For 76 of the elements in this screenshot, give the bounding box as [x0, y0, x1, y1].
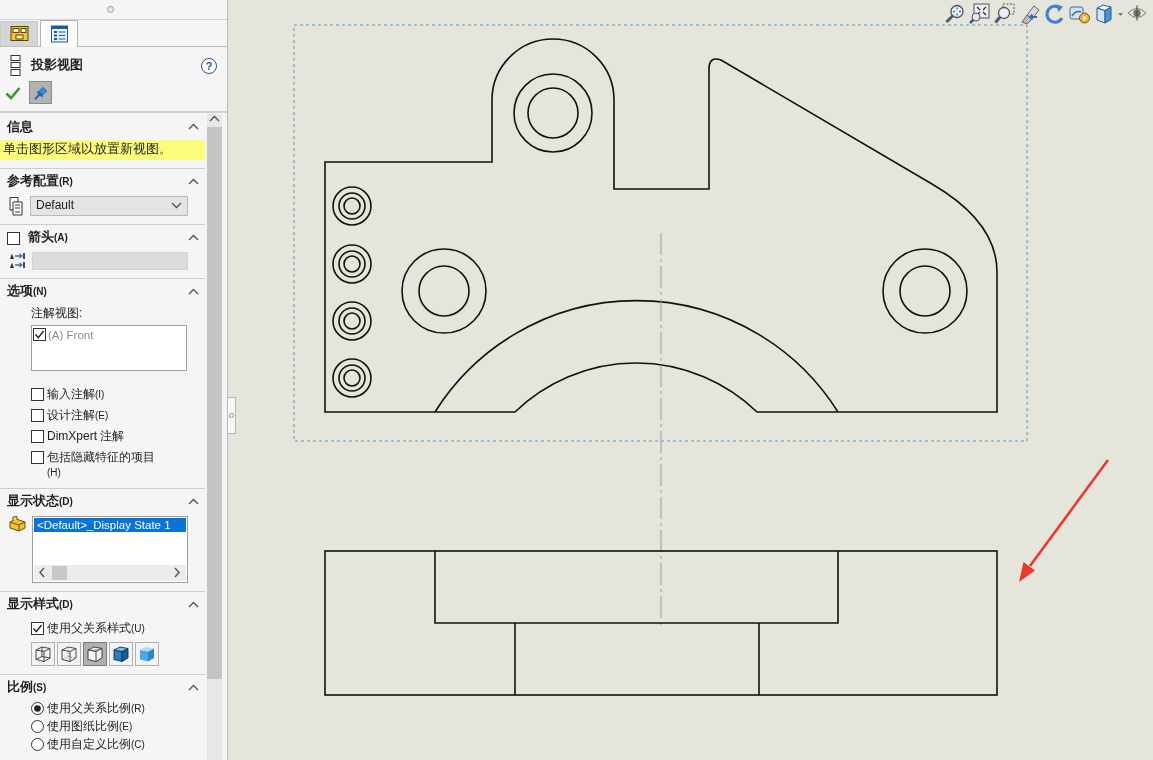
- checkbox[interactable]: [31, 387, 44, 401]
- checkbox[interactable]: [31, 621, 44, 635]
- info-message: 单击图形区域以放置新视图。: [0, 140, 205, 160]
- help-button[interactable]: ?: [201, 57, 217, 74]
- shaded-cube-edges-icon: [111, 643, 131, 664]
- checkbox[interactable]: [31, 429, 44, 443]
- small-hole[interactable]: [332, 301, 372, 341]
- configuration-select[interactable]: Default: [30, 195, 188, 216]
- zoom-icon[interactable]: [994, 3, 1016, 25]
- radio-label: 使用自定义比例(C): [47, 736, 145, 752]
- display-state-list[interactable]: <Default>_Display State 1: [32, 515, 188, 583]
- radio-label: 使用图纸比例(E): [47, 718, 133, 734]
- side-view-outline[interactable]: [324, 550, 998, 696]
- checkbox-label: 使用父关系样式(U): [47, 620, 145, 636]
- feature-tree-icon: [9, 25, 29, 43]
- part-outline[interactable]: [324, 38, 998, 413]
- pin-icon: [32, 84, 49, 101]
- field-label: 注解视图:: [30, 304, 84, 321]
- large-hole[interactable]: [401, 248, 487, 334]
- view-settings-icon[interactable]: [1069, 3, 1091, 25]
- small-hole[interactable]: [332, 358, 372, 398]
- grip-icon[interactable]: [107, 6, 114, 13]
- checkbox-label: 输入注解(I): [47, 386, 105, 402]
- checkbox[interactable]: [31, 408, 44, 422]
- wireframe-cube-icon: [33, 643, 53, 664]
- outline-cube-icon: [85, 643, 105, 664]
- radio-button[interactable]: [31, 719, 44, 733]
- zoom-fit-icon[interactable]: [944, 3, 966, 25]
- caret-icon[interactable]: [1117, 10, 1124, 18]
- checkbox-label: 设计注解(E): [47, 407, 109, 423]
- panel-title: 投影视图: [31, 57, 84, 74]
- display-style-button[interactable]: [83, 641, 107, 666]
- radio-label: 使用父关系比例(R): [47, 700, 145, 716]
- section-title: 选项(N): [7, 284, 48, 300]
- section-title: 显示状态(D): [7, 494, 74, 510]
- display-style-button[interactable]: [31, 641, 55, 666]
- list-item-text: (A) Front: [48, 327, 94, 342]
- list-item[interactable]: <Default>_Display State 1: [34, 517, 186, 532]
- panel-tab[interactable]: [0, 21, 38, 46]
- section-title: 参考配置(R): [7, 174, 74, 190]
- large-hole[interactable]: [882, 248, 968, 334]
- edge-line[interactable]: [434, 550, 839, 624]
- arrow-label-icon: [9, 251, 26, 270]
- panel-tab[interactable]: [40, 20, 78, 47]
- checkbox[interactable]: [31, 450, 44, 464]
- flashlight-icon[interactable]: [1019, 3, 1041, 25]
- radio-button[interactable]: [31, 737, 44, 751]
- scroll-right-icon[interactable]: [172, 567, 183, 579]
- view-boundary[interactable]: [293, 24, 1028, 442]
- scrollbar-thumb[interactable]: [52, 565, 67, 580]
- radio-button[interactable]: [31, 701, 44, 715]
- check-icon: [5, 85, 21, 100]
- stacked-boxes-icon: [10, 55, 21, 76]
- zoom-area-icon[interactable]: [969, 3, 991, 25]
- small-hole[interactable]: [332, 186, 372, 226]
- section-title: 信息: [7, 119, 34, 136]
- small-hole[interactable]: [332, 244, 372, 284]
- property-list-icon: [49, 25, 69, 43]
- pin-button[interactable]: [29, 81, 52, 104]
- section-title: 显示样式(D): [7, 597, 74, 613]
- section-title: 比例(S): [7, 680, 48, 696]
- cube-icon[interactable]: [1094, 3, 1114, 25]
- display-style-button[interactable]: [57, 641, 81, 666]
- checkbox-label: 包括隐藏特征的项目 (H): [47, 449, 156, 480]
- splitter-handle[interactable]: [228, 397, 236, 434]
- arc-edge[interactable]: [434, 299, 839, 413]
- boss-hole[interactable]: [513, 73, 593, 153]
- ok-button[interactable]: [5, 85, 21, 100]
- display-style-button[interactable]: [109, 641, 133, 666]
- configuration-icon: [9, 195, 24, 216]
- rotate-icon[interactable]: [1044, 3, 1066, 25]
- block-icon: [9, 515, 26, 532]
- checkbox[interactable]: [7, 231, 20, 245]
- hidden-lines-cube-icon: [59, 643, 79, 664]
- section-title: 箭头(A): [28, 230, 69, 246]
- checkbox-label: DimXpert 注解: [47, 428, 125, 444]
